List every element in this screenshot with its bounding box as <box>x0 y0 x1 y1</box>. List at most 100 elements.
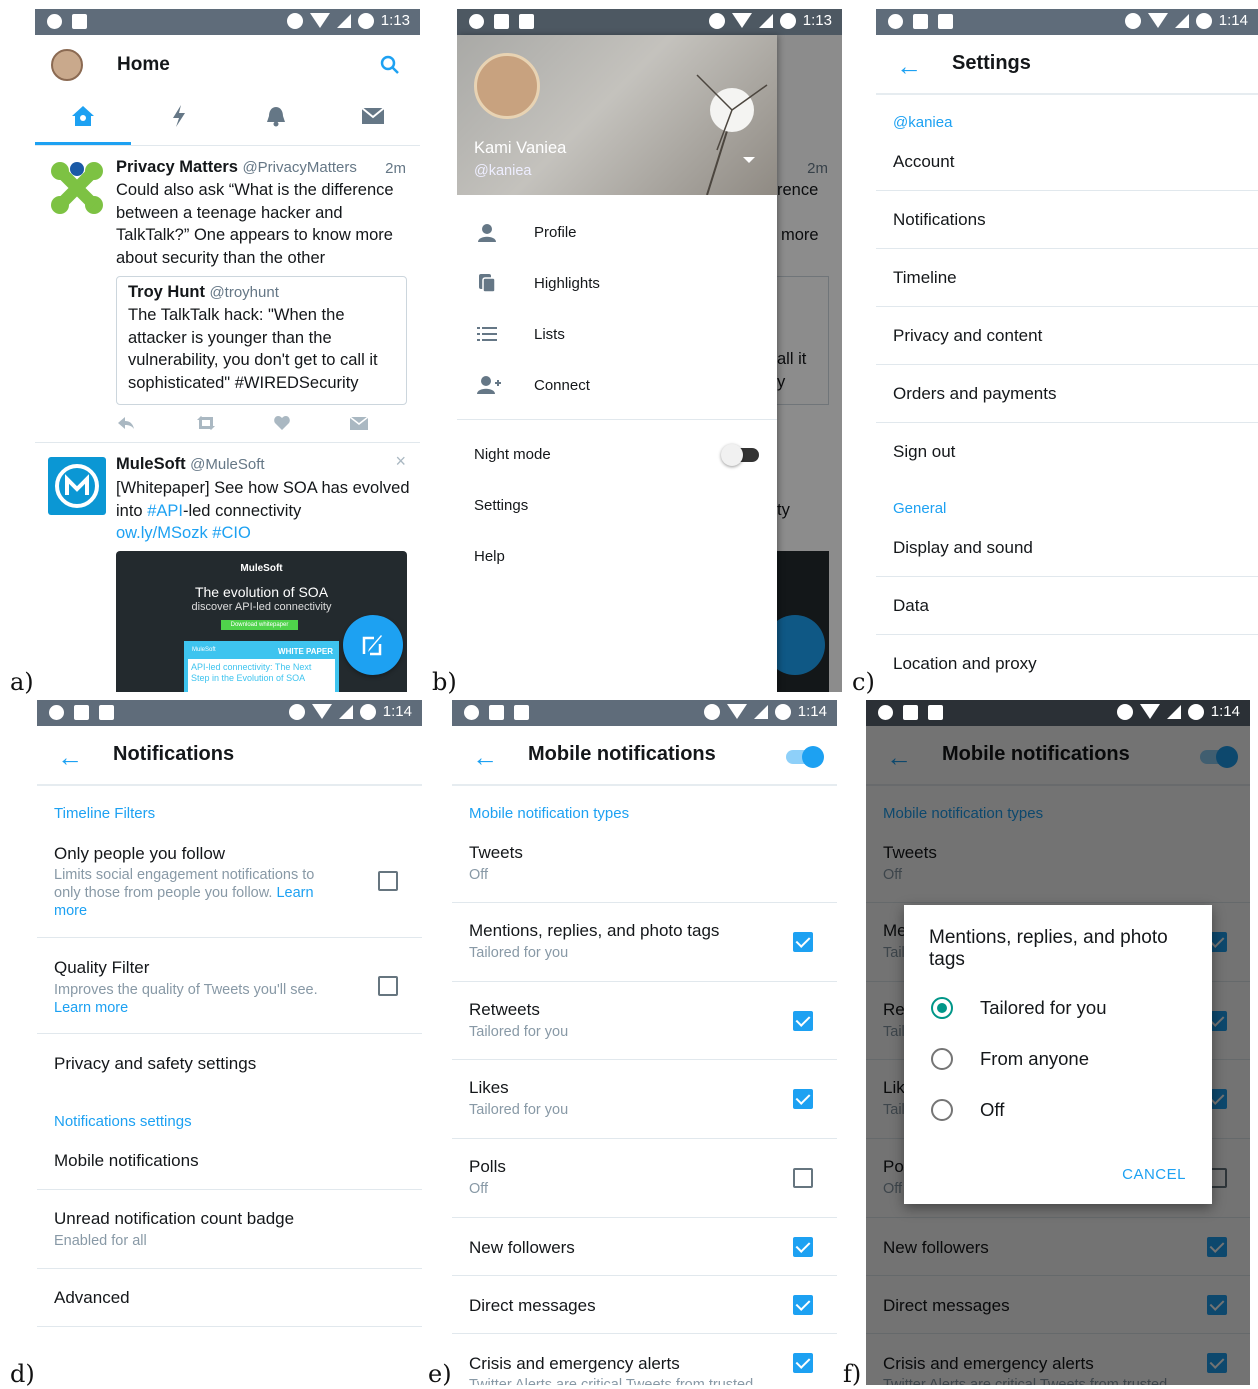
tab-moments-icon[interactable] <box>171 104 187 128</box>
drawer-settings-link[interactable]: Settings <box>474 497 528 514</box>
screen-settings: 1:14 ← Settings @kaniea Account Notifica… <box>876 9 1258 692</box>
signal-icon <box>1166 704 1181 719</box>
avatar[interactable] <box>51 49 83 81</box>
back-arrow-icon[interactable]: ← <box>896 51 922 82</box>
play-icon <box>49 705 64 720</box>
retweet-icon[interactable] <box>195 416 217 430</box>
image-icon <box>494 14 509 29</box>
notification-type-title: Direct messages <box>469 1296 596 1315</box>
profile-icon <box>478 224 496 242</box>
setting-only-people-you-follow[interactable]: Only people you follow Limits social eng… <box>37 825 422 938</box>
account-switch-icon[interactable] <box>743 157 755 163</box>
mulesoft-avatar[interactable] <box>48 457 106 515</box>
tweet-author-handle: @MuleSoft <box>190 456 265 473</box>
only-people-checkbox[interactable] <box>378 871 398 891</box>
notification-type-likes[interactable]: Likes Tailored for you <box>452 1060 837 1139</box>
panel-label-d: d) <box>10 1360 35 1388</box>
settings-item-orders[interactable]: Orders and payments <box>876 365 1258 423</box>
dialog-cancel-button[interactable]: CANCEL <box>1122 1166 1186 1183</box>
dismiss-icon[interactable]: × <box>395 451 406 472</box>
notification-type-new-followers[interactable]: New followers <box>452 1218 837 1276</box>
drawer-item-profile[interactable]: Profile <box>457 207 777 258</box>
shield-icon <box>99 705 114 720</box>
setting-description: Improves the quality of Tweets you'll se… <box>54 981 339 1017</box>
battery-icon <box>1195 12 1212 29</box>
notification-type-mentions[interactable]: Mentions, replies, and photo tags Tailore… <box>452 903 837 982</box>
quality-filter-checkbox[interactable] <box>378 976 398 996</box>
profile-handle: @kaniea <box>474 163 532 179</box>
clock: 1:14 <box>1210 703 1240 720</box>
play-icon <box>888 14 903 29</box>
card-paper-label: WHITE PAPER <box>278 647 333 656</box>
settings-item-label: Privacy and content <box>893 326 1043 345</box>
dm-icon[interactable] <box>350 417 368 430</box>
settings-item-data[interactable]: Data <box>876 577 1258 635</box>
crisis-alerts-checkbox[interactable] <box>793 1353 813 1373</box>
back-arrow-icon[interactable]: ← <box>472 742 498 773</box>
image-icon <box>74 705 89 720</box>
tweet-author-name[interactable]: MuleSoft <box>116 455 186 473</box>
option-from-anyone[interactable]: From anyone <box>904 1044 1212 1094</box>
likes-checkbox[interactable] <box>793 1089 813 1109</box>
like-icon[interactable] <box>274 416 290 430</box>
setting-unread-badge[interactable]: Unread notification count badge Enabled … <box>37 1190 422 1269</box>
settings-item-privacy[interactable]: Privacy and content <box>876 307 1258 365</box>
privacy-matters-avatar[interactable] <box>48 159 106 217</box>
search-icon[interactable] <box>380 55 400 75</box>
quoted-tweet[interactable]: Troy Hunt @troyhunt The TalkTalk hack: "… <box>116 276 407 405</box>
settings-item-sign-out[interactable]: Sign out <box>876 423 1258 481</box>
direct-messages-checkbox[interactable] <box>793 1295 813 1315</box>
tweet-author-name[interactable]: Privacy Matters <box>116 158 238 176</box>
signal-icon <box>336 13 351 28</box>
settings-item-display[interactable]: Display and sound <box>876 519 1258 577</box>
drawer-item-highlights[interactable]: Highlights <box>457 258 777 309</box>
setting-quality-filter[interactable]: Quality Filter Improves the quality of T… <box>37 938 422 1034</box>
drawer-item-lists[interactable]: Lists <box>457 309 777 360</box>
setting-privacy-safety[interactable]: Privacy and safety settings <box>37 1034 422 1092</box>
notification-type-title: Crisis and emergency alerts <box>469 1354 680 1373</box>
compose-button[interactable] <box>343 615 403 675</box>
notification-type-crisis-alerts[interactable]: Crisis and emergency alerts Twitter Alert… <box>452 1334 837 1385</box>
settings-item-notifications[interactable]: Notifications <box>876 191 1258 249</box>
card-download-button[interactable]: Download whitepaper <box>221 620 298 630</box>
play-icon <box>47 14 62 29</box>
tab-home-icon[interactable] <box>71 105 95 127</box>
drawer-item-connect[interactable]: Connect <box>457 360 777 411</box>
master-toggle[interactable] <box>786 746 824 768</box>
new-followers-checkbox[interactable] <box>793 1237 813 1257</box>
tab-messages-icon[interactable] <box>361 107 385 125</box>
wifi-icon <box>726 704 747 719</box>
notification-type-direct-messages[interactable]: Direct messages <box>452 1276 837 1334</box>
card-title: The evolution of SOA <box>194 584 329 600</box>
learn-more-link[interactable]: Learn more <box>54 1000 128 1016</box>
notification-type-status: Tailored for you <box>469 1024 569 1040</box>
shield-icon <box>514 705 529 720</box>
page-title: Mobile notifications <box>528 743 716 765</box>
setting-advanced[interactable]: Advanced <box>37 1269 422 1327</box>
reply-icon[interactable] <box>117 416 135 430</box>
notification-type-tweets[interactable]: Tweets Off <box>452 825 837 903</box>
settings-item-timeline[interactable]: Timeline <box>876 249 1258 307</box>
profile-avatar[interactable] <box>474 53 540 119</box>
option-off[interactable]: Off <box>904 1095 1212 1145</box>
screen-mobile-notifications: 1:14 ← Mobile notifications Mobile notif… <box>452 700 837 1385</box>
polls-checkbox[interactable] <box>793 1168 813 1188</box>
option-tailored[interactable]: Tailored for you <box>904 993 1212 1043</box>
profile-header: Kami Vaniea @kaniea <box>457 35 777 195</box>
profile-name[interactable]: Kami Vaniea <box>474 139 566 158</box>
notification-type-title: Polls <box>469 1157 506 1176</box>
setting-mobile-notifications[interactable]: Mobile notifications <box>37 1132 422 1190</box>
hashtag-link[interactable]: #API <box>147 502 183 520</box>
tweet-link[interactable]: ow.ly/MSozk #CIO <box>116 524 251 542</box>
notification-type-polls[interactable]: Polls Off <box>452 1139 837 1218</box>
back-arrow-icon[interactable]: ← <box>57 742 83 773</box>
notification-type-retweets[interactable]: Retweets Tailored for you <box>452 982 837 1060</box>
drawer-help-link[interactable]: Help <box>474 548 505 565</box>
settings-item-location[interactable]: Location and proxy <box>876 635 1258 692</box>
mentions-checkbox[interactable] <box>793 932 813 952</box>
retweets-checkbox[interactable] <box>793 1011 813 1031</box>
tab-notifications-icon[interactable] <box>265 105 287 127</box>
clock: 1:14 <box>1218 12 1248 29</box>
night-mode-toggle[interactable] <box>721 444 759 466</box>
settings-item-account[interactable]: Account <box>876 133 1258 191</box>
